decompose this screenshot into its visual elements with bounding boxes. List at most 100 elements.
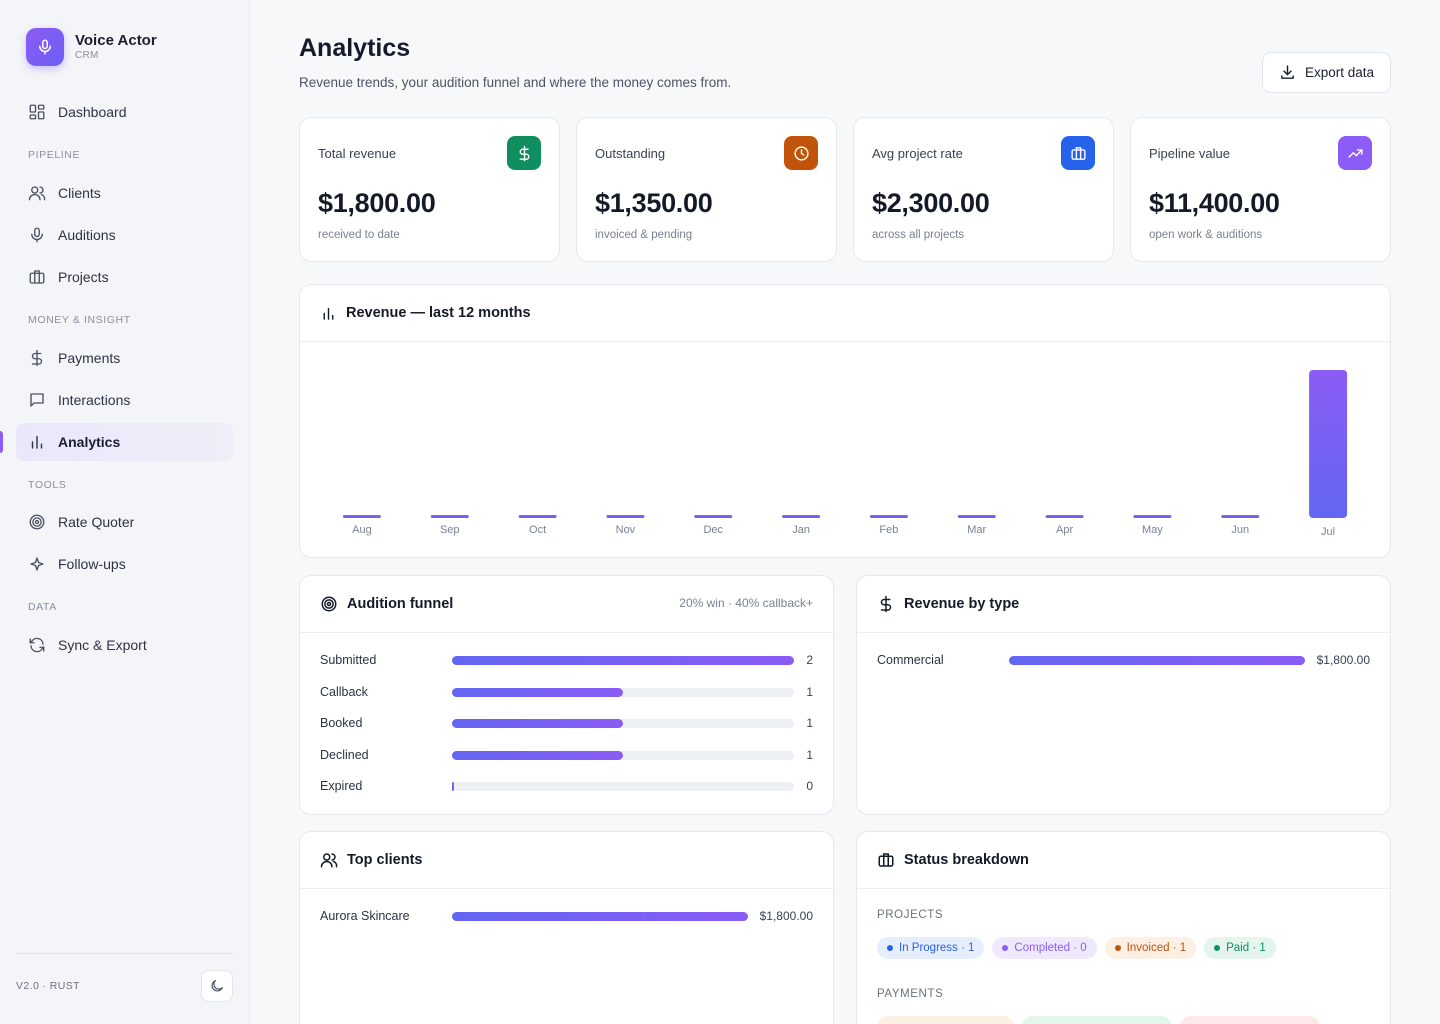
theme-toggle-button[interactable] [201, 970, 233, 1002]
kpi-value: $2,300.00 [872, 188, 990, 218]
sidebar-item-dashboard[interactable]: Dashboard [16, 93, 233, 131]
revenue-bar-jun[interactable] [1221, 515, 1260, 518]
revenue-bar-may[interactable] [1133, 515, 1172, 518]
x-tick-label: Nov [616, 524, 636, 536]
bar-fill [452, 782, 454, 791]
kpi-card-avg-project-rate: Avg project rate $2,300.00 across all pr… [853, 117, 1114, 262]
payment-chip-overdue[interactable] [1180, 1016, 1320, 1024]
revenue-bar-nov[interactable] [606, 515, 645, 518]
audition-funnel-panel: Audition funnel 20% win · 40% callback+ … [299, 575, 834, 815]
nav-section-data: DATA [28, 601, 57, 613]
bar-track [452, 912, 748, 921]
revenue-bar-jan[interactable] [782, 515, 821, 518]
funnel-row: Booked 1 [320, 713, 813, 733]
revenue-bar-chart: Aug Sep Oct Nov Dec Jan Feb Mar Apr May Jun Jul [342, 370, 1348, 538]
download-icon [1281, 65, 1294, 79]
project-status-chip[interactable]: Completed · 0 [992, 937, 1097, 959]
x-tick-label: Jan [792, 524, 810, 536]
revenue-bar-oct[interactable] [518, 515, 557, 518]
sidebar-item-rate-quoter[interactable]: Rate Quoter [16, 503, 233, 541]
kpi-card-pipeline-value: Pipeline value $11,400.00 open work & au… [1130, 117, 1391, 262]
sidebar-item-label: Follow-ups [58, 556, 126, 572]
brand[interactable]: Voice Actor CRM [26, 28, 157, 66]
revenue-type-row: Commercial $1,800.00 [877, 650, 1370, 670]
revenue-bar-sep[interactable] [430, 515, 469, 518]
x-tick-label: Feb [879, 524, 898, 536]
bar-fill [452, 912, 748, 921]
bar-fill [452, 656, 794, 665]
active-indicator [0, 431, 3, 453]
sidebar-item-auditions[interactable]: Auditions [16, 216, 233, 254]
revenue-bar-mar[interactable] [957, 515, 996, 518]
chip-label: Invoiced · 1 [1126, 942, 1187, 954]
project-status-chip[interactable]: In Progress · 1 [877, 937, 985, 959]
row-label: Declined [320, 747, 369, 762]
sidebar-item-follow-ups[interactable]: Follow-ups [16, 545, 233, 583]
project-status-chip[interactable]: Paid · 1 [1204, 937, 1276, 959]
revenue-chart-title: Revenue — last 12 months [346, 305, 531, 321]
sidebar-item-analytics[interactable]: Analytics [16, 423, 233, 461]
kpi-label: Outstanding [595, 146, 666, 161]
status-breakdown-panel: Status breakdown PROJECTS In Progress · … [856, 831, 1391, 1024]
nav-section-pipeline: PIPELINE [28, 149, 81, 161]
sidebar-item-label: Sync & Export [58, 637, 147, 653]
project-status-chips: In Progress · 1 Completed · 0 Invoiced · 1… [877, 937, 1276, 959]
funnel-row: Declined 1 [320, 745, 813, 765]
x-tick-label: May [1142, 524, 1163, 536]
kpi-value: $1,350.00 [595, 188, 713, 218]
payment-chip-received[interactable] [1022, 1016, 1172, 1024]
top-clients-panel: Top clients Aurora Skincare $1,800.00 [299, 831, 834, 1024]
revenue-chart-panel: Revenue — last 12 months Aug Sep Oct Nov Dec… [299, 284, 1391, 558]
row-value: $1,800.00 [759, 909, 813, 923]
export-data-button[interactable]: Export data [1262, 52, 1391, 93]
revenue-bar-jul[interactable] [1309, 370, 1348, 518]
bar-chart-icon [323, 307, 334, 320]
bar-fill [452, 750, 623, 760]
row-value: 2 [806, 653, 813, 667]
row-label: Commercial [877, 653, 944, 667]
row-value: 1 [806, 716, 813, 730]
sidebar-item-sync-export[interactable]: Sync & Export [16, 626, 233, 664]
grid-icon [29, 104, 45, 120]
sidebar-item-interactions[interactable]: Interactions [16, 381, 233, 419]
x-tick-label: Apr [1056, 524, 1073, 536]
bar-track [452, 782, 794, 791]
revenue-bar-dec[interactable] [694, 515, 733, 518]
kpi-note: invoiced & pending [595, 229, 693, 241]
revenue-bar-aug[interactable] [342, 515, 381, 518]
row-value: 1 [806, 684, 813, 699]
revenue-bar-feb[interactable] [869, 515, 908, 518]
funnel-row: Submitted 2 [320, 650, 813, 670]
brand-subtitle: CRM [75, 50, 99, 61]
sidebar-item-clients[interactable]: Clients [16, 174, 233, 212]
project-status-chip[interactable]: Invoiced · 1 [1104, 937, 1197, 959]
row-value: 0 [806, 779, 813, 793]
sidebar-item-payments[interactable]: Payments [16, 339, 233, 377]
row-label: Expired [320, 779, 363, 793]
bar-track [1009, 656, 1305, 665]
funnel-row: Callback 1 [320, 682, 813, 702]
message-icon [30, 393, 44, 407]
status-dot [1114, 945, 1121, 951]
row-label: Aurora Skincare [320, 909, 410, 923]
revenue-by-type-panel: Revenue by type Commercial $1,800.00 [856, 575, 1391, 815]
dollar-icon [31, 349, 43, 367]
revenue-bar-apr[interactable] [1045, 515, 1084, 518]
sidebar-item-projects[interactable]: Projects [16, 258, 233, 296]
x-tick-label: Aug [352, 524, 372, 536]
mic-icon [26, 28, 64, 66]
kpi-note: open work & auditions [1149, 229, 1263, 241]
sidebar-item-label: Analytics [58, 434, 121, 450]
trend-up-icon [1338, 136, 1372, 170]
page-subtitle: Revenue trends, your audition funnel and… [299, 75, 732, 90]
nav-section-tools: TOOLS [28, 479, 67, 491]
payments-label: PAYMENTS [877, 988, 944, 1000]
bar-track [452, 750, 794, 760]
panel-header: Revenue — last 12 months [300, 285, 1390, 342]
kpi-card-outstanding: Outstanding $1,350.00 invoiced & pending [576, 117, 837, 262]
payment-chip-pending[interactable] [877, 1016, 1014, 1024]
target-icon [321, 596, 337, 612]
payment-status-chips [877, 1016, 1320, 1024]
dollar-icon [880, 595, 892, 613]
export-data-label: Export data [1304, 65, 1375, 80]
